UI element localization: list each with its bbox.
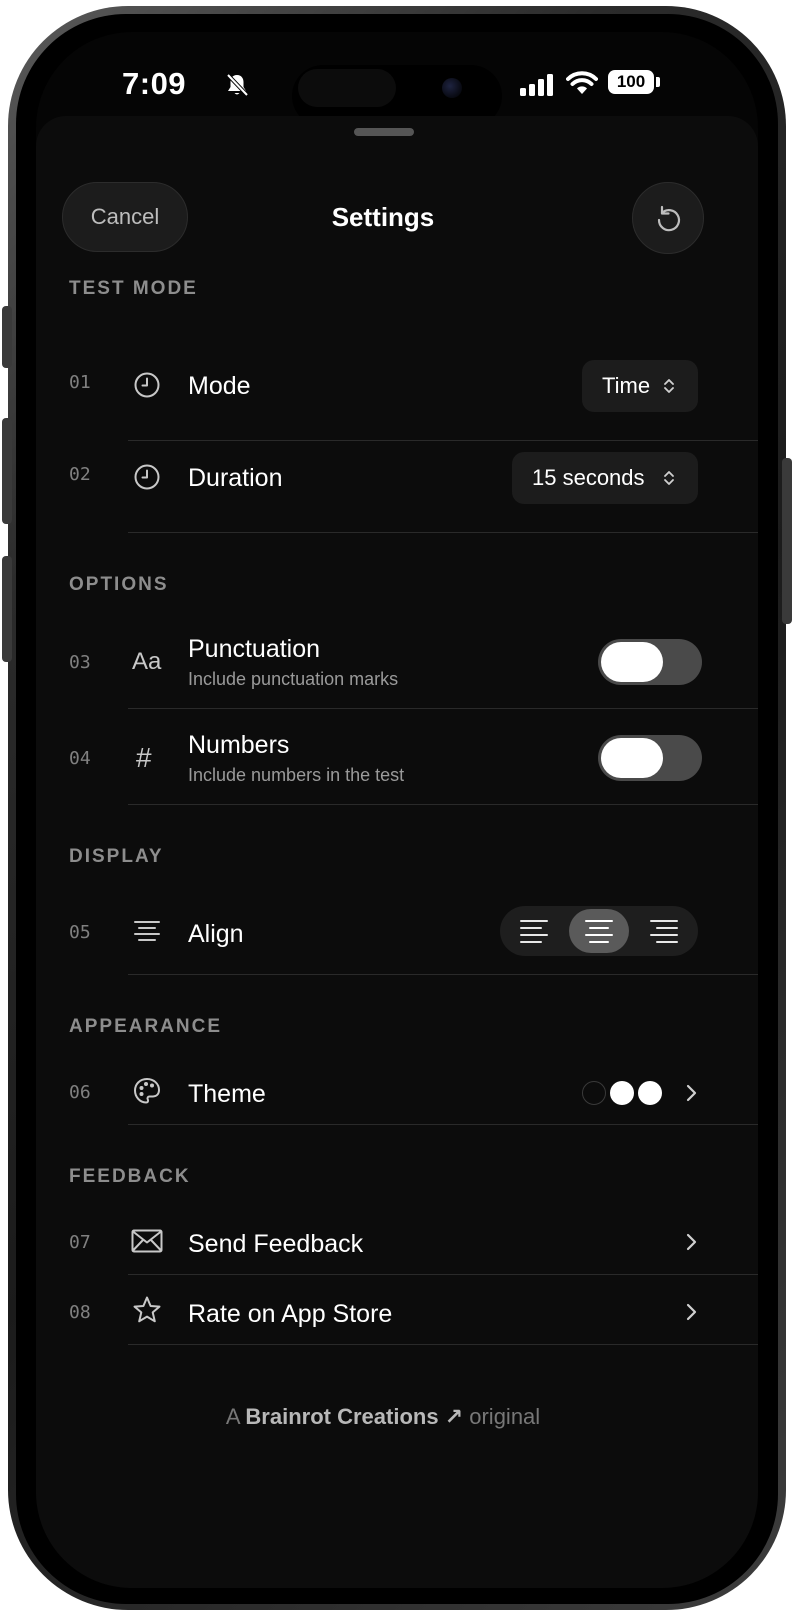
row-subtitle: Include numbers in the test — [188, 765, 405, 785]
row-theme[interactable]: 06 Theme — [36, 1054, 758, 1126]
row-duration: 02 Duration 15 seconds — [36, 430, 758, 522]
row-punctuation: 03 Aa Punctuation Include punctuation ma… — [36, 616, 758, 708]
row-number: 04 — [69, 748, 91, 769]
reset-icon — [657, 205, 681, 232]
envelope-icon — [131, 1229, 163, 1253]
row-number: 05 — [69, 922, 91, 943]
section-feedback: FEEDBACK — [69, 1166, 191, 1187]
row-mode: 01 Mode Time — [36, 338, 758, 430]
clock-icon — [134, 372, 160, 398]
row-number: 06 — [69, 1082, 91, 1103]
row-numbers: 04 # Numbers Include numbers in the test — [36, 712, 758, 804]
volume-up-button — [2, 418, 12, 524]
align-segmented-control[interactable] — [500, 906, 698, 956]
row-number: 08 — [69, 1302, 91, 1323]
row-label: Send Feedback — [188, 1230, 364, 1258]
align-center-icon — [134, 921, 160, 941]
row-number: 03 — [69, 652, 91, 673]
sheet-grabber[interactable] — [354, 128, 414, 136]
camera-icon — [442, 78, 462, 98]
row-label: Numbers — [188, 731, 290, 759]
align-left-icon — [520, 920, 548, 943]
divider — [128, 1344, 758, 1345]
duration-picker[interactable]: 15 seconds — [512, 452, 698, 504]
align-left-option[interactable] — [504, 909, 564, 953]
footer-credit: A Brainrot Creations ↗ original — [36, 1404, 730, 1430]
section-display: DISPLAY — [69, 846, 164, 867]
page-title: Settings — [331, 202, 435, 232]
chevron-up-down-icon — [664, 379, 674, 393]
hash-icon: # — [136, 742, 152, 773]
settings-sheet: Cancel Settings TEST MODE 01 Mode Time 0… — [36, 116, 758, 1588]
screen: 7:09 100 Cancel Settings TEST MODE 01 Mo… — [36, 32, 758, 1588]
punctuation-toggle[interactable] — [598, 639, 702, 685]
divider — [128, 532, 758, 533]
section-options: OPTIONS — [69, 574, 169, 595]
action-button — [2, 306, 12, 368]
footer-suffix: original — [469, 1404, 541, 1429]
row-number: 07 — [69, 1232, 91, 1253]
clock-icon — [134, 464, 160, 490]
divider — [128, 1274, 758, 1275]
row-align: 05 Align — [36, 886, 758, 974]
row-send-feedback[interactable]: 07 Send Feedback — [36, 1206, 758, 1274]
chevron-right-icon — [686, 1084, 697, 1102]
chevron-right-icon — [686, 1303, 697, 1321]
divider — [128, 1124, 758, 1125]
numbers-toggle[interactable] — [598, 735, 702, 781]
divider — [128, 974, 758, 975]
theme-swatch — [582, 1081, 606, 1105]
toggle-knob — [601, 642, 663, 682]
brand-link[interactable]: Brainrot Creations — [245, 1404, 438, 1429]
star-icon — [133, 1296, 161, 1323]
duration-value: 15 seconds — [532, 465, 645, 490]
wifi-icon — [566, 71, 598, 94]
align-center-option[interactable] — [569, 909, 629, 953]
footer-prefix: A — [225, 1404, 240, 1429]
power-button — [782, 458, 792, 624]
row-number: 02 — [69, 464, 91, 485]
row-label: Punctuation — [188, 635, 321, 663]
row-subtitle: Include punctuation marks — [188, 669, 399, 689]
section-test-mode: TEST MODE — [69, 278, 198, 299]
row-label: Rate on App Store — [188, 1300, 393, 1328]
row-number: 01 — [69, 372, 91, 393]
align-center-icon — [585, 920, 613, 943]
divider — [128, 804, 758, 805]
theme-swatch — [610, 1081, 634, 1105]
chevron-right-icon — [686, 1233, 697, 1251]
row-label: Duration — [188, 464, 283, 492]
cellular-signal-icon — [520, 74, 553, 96]
theme-swatch — [638, 1081, 662, 1105]
battery-icon: 100 — [608, 70, 654, 94]
external-link-icon: ↗ — [444, 1404, 464, 1429]
row-rate-app-store[interactable]: 08 Rate on App Store — [36, 1276, 758, 1344]
mode-picker[interactable]: Time — [582, 360, 698, 412]
status-time: 7:09 — [122, 66, 187, 101]
bell-slash-icon — [226, 73, 249, 97]
palette-icon — [133, 1077, 161, 1104]
divider — [128, 708, 758, 709]
chevron-up-down-icon — [664, 471, 674, 485]
volume-down-button — [2, 556, 12, 662]
toggle-knob — [601, 738, 663, 778]
reset-button[interactable] — [632, 182, 704, 254]
align-right-option[interactable] — [634, 909, 694, 953]
row-label: Theme — [188, 1080, 266, 1108]
text-aa-icon: Aa — [132, 648, 162, 675]
align-right-icon — [650, 920, 678, 943]
section-appearance: APPEARANCE — [69, 1016, 223, 1037]
row-label: Align — [188, 920, 244, 948]
mode-value: Time — [602, 373, 651, 398]
row-label: Mode — [188, 372, 251, 400]
